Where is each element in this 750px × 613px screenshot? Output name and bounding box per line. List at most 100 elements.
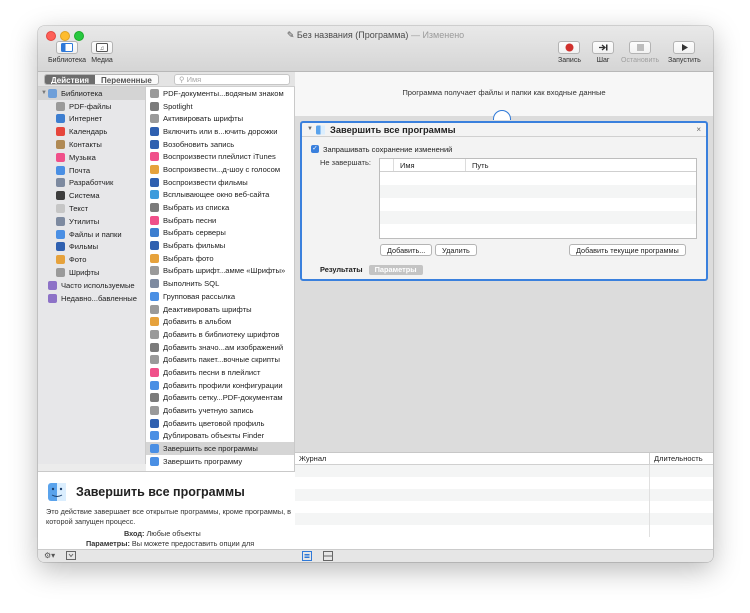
library-item[interactable]: ▼ Библиотека <box>38 87 145 100</box>
search-input[interactable]: ⚲ Имя <box>174 74 290 85</box>
workflow-area[interactable]: Программа получает файлы и папки как вхо… <box>295 72 713 452</box>
action-item[interactable]: Активировать шрифты <box>146 112 294 125</box>
stop-icon <box>629 41 652 54</box>
action-item[interactable]: Выполнить SQL <box>146 277 294 290</box>
action-item[interactable]: PDF-документы...водяным знаком <box>146 87 294 100</box>
column-duration[interactable]: Длительность <box>649 453 713 465</box>
record-icon <box>558 41 581 54</box>
action-item[interactable]: Возобновить запись <box>146 138 294 151</box>
package-icon <box>150 355 159 365</box>
action-item[interactable]: Добавить цветовой профиль <box>146 417 294 430</box>
window-title: ✎ Без названия (Программа) — Изменено <box>38 30 713 41</box>
action-close-button[interactable]: × <box>696 125 701 134</box>
library-tabs-bar: Действия Переменные ⚲ Имя <box>38 72 295 87</box>
description-parameters: Параметры: Вы можете предоставить опции … <box>86 539 255 548</box>
action-item[interactable]: Добавить песни в плейлист <box>146 366 294 379</box>
disclosure-arrow-icon[interactable]: ▼ <box>40 90 48 96</box>
variables-view-icon[interactable] <box>323 551 333 562</box>
library-item[interactable]: Контакты <box>38 138 145 151</box>
column-path[interactable]: Путь <box>466 159 488 171</box>
action-item[interactable]: Завершить все программы <box>146 442 294 455</box>
tab-actions[interactable]: Действия <box>45 75 96 84</box>
record-button[interactable]: Запись <box>558 41 581 64</box>
action-item-label: Завершить все программы <box>163 444 258 454</box>
library-item[interactable]: Система <box>38 189 145 202</box>
library-item[interactable]: Недавно...бавленные <box>38 292 145 305</box>
disclosure-triangle-icon[interactable]: ▼ <box>307 126 313 132</box>
library-item[interactable]: Файлы и папки <box>38 228 145 241</box>
except-apps-table[interactable]: Имя Путь <box>379 158 697 239</box>
action-item[interactable]: Включить или в...ючить дорожки <box>146 125 294 138</box>
step-button[interactable]: Шаг <box>592 41 614 64</box>
action-item[interactable]: Дублировать объекты Finder <box>146 430 294 443</box>
action-item[interactable]: Spotlight <box>146 100 294 113</box>
tab-parameters[interactable]: Параметры <box>368 265 423 275</box>
action-item[interactable]: Воспроизвести фильмы <box>146 176 294 189</box>
library-item-label: Фото <box>69 255 87 265</box>
tab-variables[interactable]: Переменные <box>95 75 158 84</box>
library-item[interactable]: PDF-файлы <box>38 100 145 113</box>
stop-button[interactable]: Остановить <box>621 41 659 64</box>
description-toggle-icon[interactable] <box>66 551 76 562</box>
library-item[interactable]: Текст <box>38 202 145 215</box>
action-item[interactable]: Деактивировать шрифты <box>146 303 294 316</box>
library-item[interactable]: Фото <box>38 253 145 266</box>
library-item[interactable]: Музыка <box>38 151 145 164</box>
action-item[interactable]: Выбрать из списка <box>146 201 294 214</box>
music-icon <box>150 152 159 162</box>
column-log[interactable]: Журнал <box>299 453 326 465</box>
library-item[interactable]: Календарь <box>38 125 145 138</box>
library-item[interactable]: Разработчик <box>38 177 145 190</box>
safari-icon <box>150 190 159 200</box>
action-item[interactable]: Добавить учетную запись <box>146 404 294 417</box>
action-item[interactable]: Добавить в альбом <box>146 315 294 328</box>
action-item[interactable]: Выбрать шрифт...амме «Шрифты» <box>146 265 294 278</box>
profile-icon <box>150 380 159 390</box>
library-button[interactable]: Библиотека <box>48 41 86 64</box>
action-item[interactable]: Выбрать фото <box>146 252 294 265</box>
action-item[interactable]: Добавить пакет...вочные скрипты <box>146 353 294 366</box>
library-item[interactable]: Шрифты <box>38 266 145 279</box>
run-icon <box>673 41 696 54</box>
mail-icon <box>56 165 65 175</box>
action-item[interactable]: Завершить программу <box>146 455 294 468</box>
photos-icon <box>56 255 65 265</box>
column-name[interactable]: Имя <box>394 159 466 171</box>
library-item[interactable]: Фильмы <box>38 241 145 254</box>
action-item[interactable]: Добавить в библиотеку шрифтов <box>146 328 294 341</box>
action-item[interactable]: Воспроизвести плейлист iTunes <box>146 150 294 163</box>
tab-results[interactable]: Результаты <box>314 265 369 275</box>
table-row <box>380 185 696 198</box>
action-quit-all-apps[interactable]: ▼ Завершить все программы × ✓ Запрашиват… <box>300 121 708 281</box>
library-item[interactable]: Почта <box>38 164 145 177</box>
action-item[interactable]: Всплывающее окно веб-сайта <box>146 189 294 202</box>
action-item[interactable]: Выбрать серверы <box>146 227 294 240</box>
smart-folder-icon <box>48 293 57 303</box>
action-item[interactable]: Выбрать фильмы <box>146 239 294 252</box>
action-item-label: Добавить сетку...PDF-документам <box>163 393 283 403</box>
action-item[interactable]: Воспроизвести...д-шоу с голосом <box>146 163 294 176</box>
utilities-icon <box>56 216 65 226</box>
finder-icon <box>150 456 159 466</box>
ask-save-checkbox[interactable]: ✓ <box>311 145 319 153</box>
add-button[interactable]: Добавить... <box>380 244 433 256</box>
action-item[interactable]: Выбрать песни <box>146 214 294 227</box>
media-button[interactable]: ♫ Медиа <box>91 41 113 64</box>
finder-icon <box>150 431 159 441</box>
library-item[interactable]: Интернет <box>38 113 145 126</box>
ask-save-label: Запрашивать сохранение изменений <box>323 145 453 154</box>
run-button[interactable]: Запустить <box>668 41 701 64</box>
action-item[interactable]: Групповая рассылка <box>146 290 294 303</box>
library-item-label: Текст <box>69 204 89 214</box>
action-item[interactable]: Добавить профили конфигурации <box>146 379 294 392</box>
library-item[interactable]: Утилиты <box>38 215 145 228</box>
list-view-icon[interactable] <box>302 551 312 562</box>
table-row <box>380 172 696 185</box>
library-item[interactable]: Часто используемые <box>38 279 145 292</box>
library-item-label: Фильмы <box>69 242 99 252</box>
action-item[interactable]: Добавить значо...ам изображений <box>146 341 294 354</box>
gear-icon[interactable]: ⚙▾ <box>44 551 55 560</box>
remove-button[interactable]: Удалить <box>435 244 477 256</box>
action-item[interactable]: Добавить сетку...PDF-документам <box>146 392 294 405</box>
add-current-apps-button[interactable]: Добавить текущие программы <box>569 244 686 256</box>
